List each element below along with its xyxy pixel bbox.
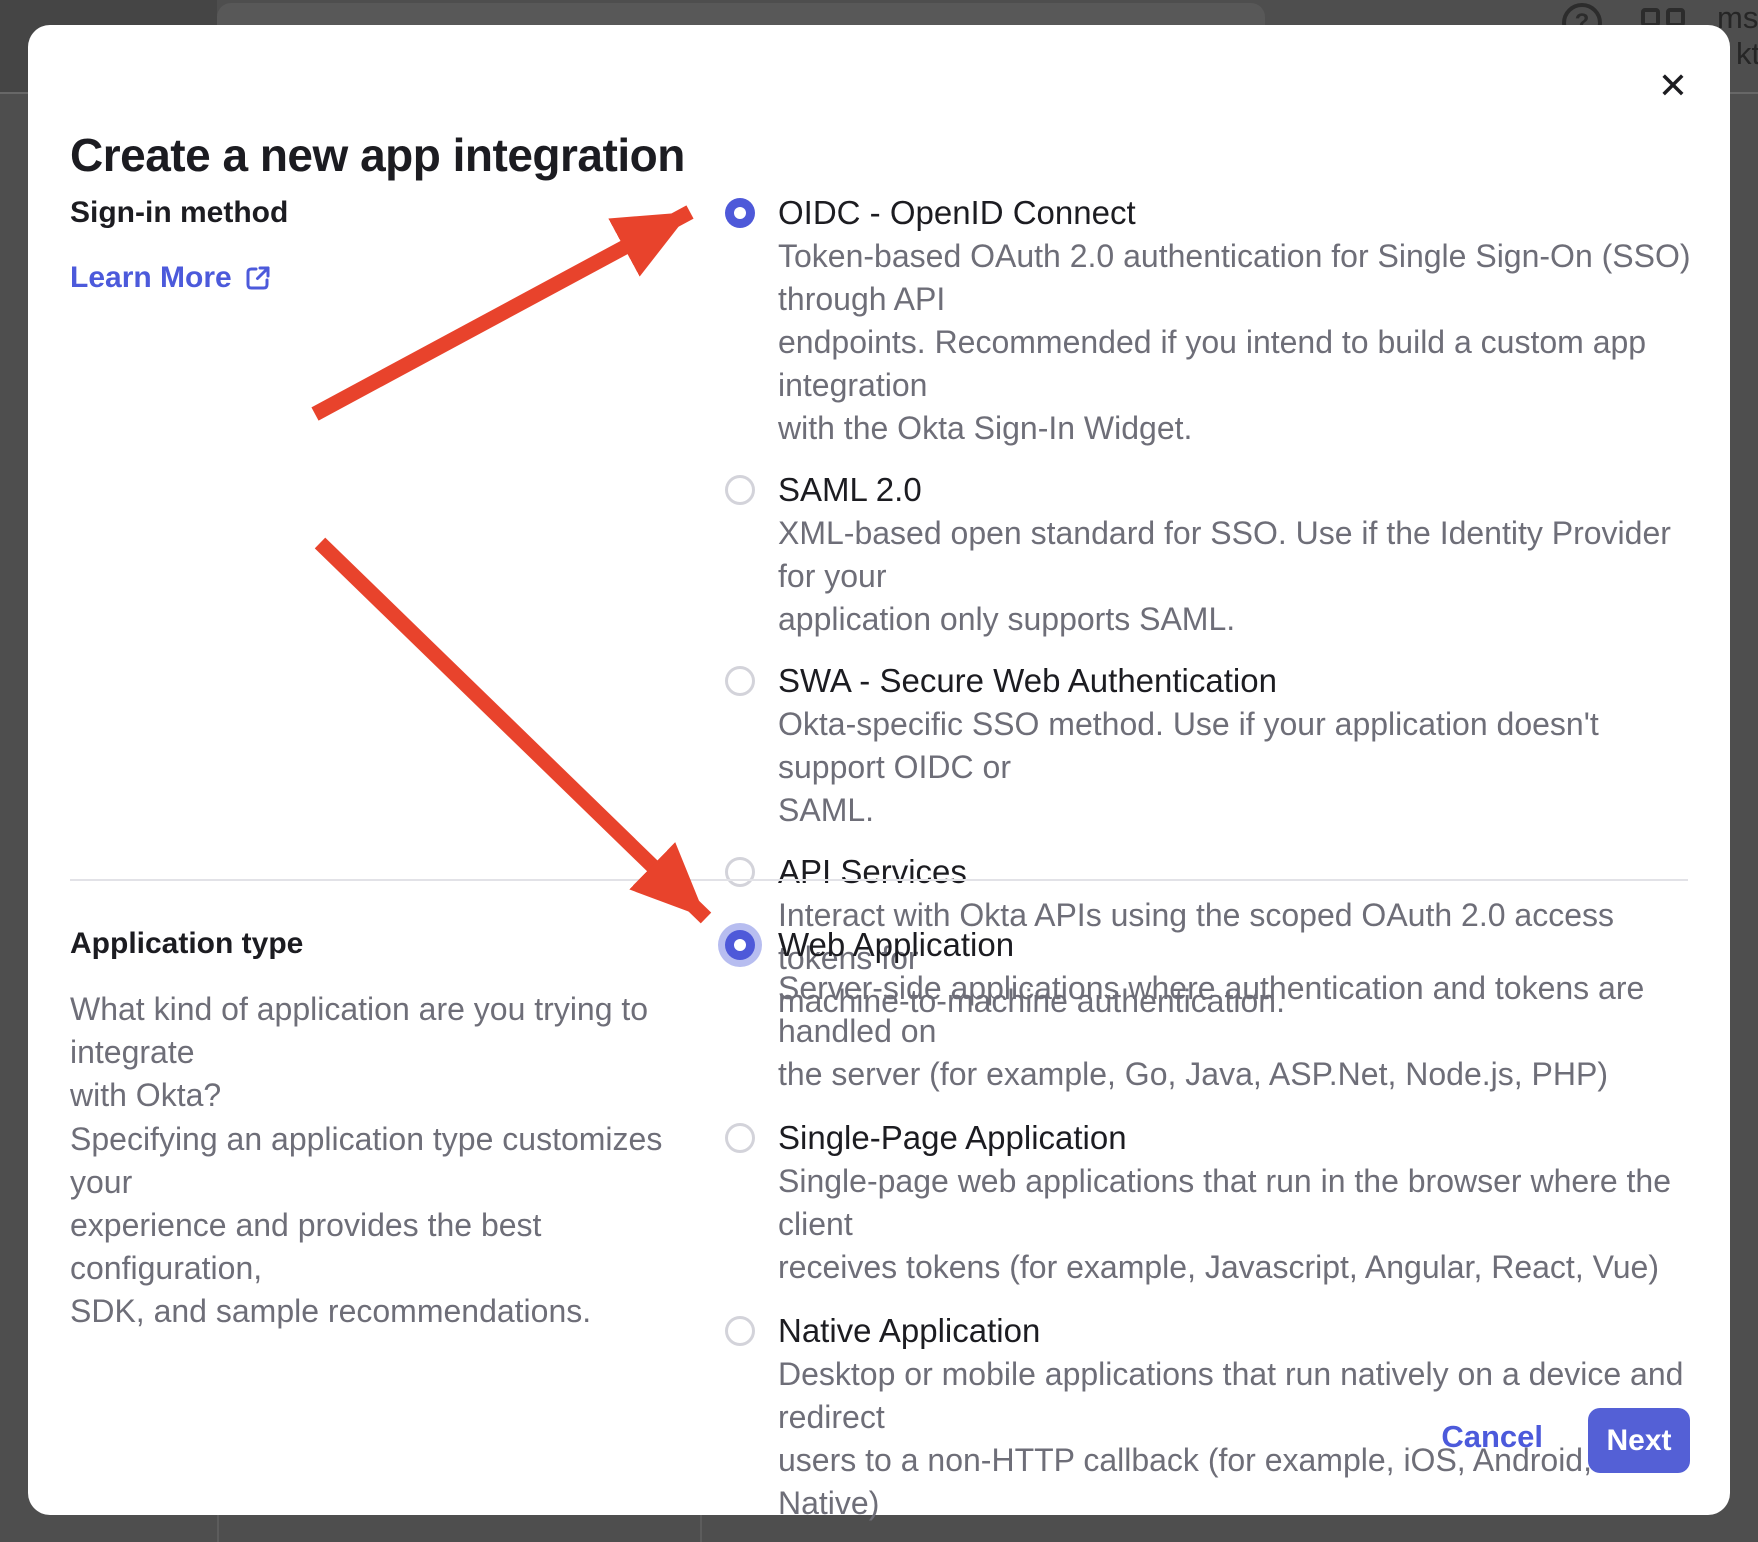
application-type-note: Specifying an application type customize… — [70, 1118, 710, 1333]
radio-description: Single-page web applications that run in… — [778, 1160, 1700, 1289]
radio-description: Server-side applications where authentic… — [778, 967, 1700, 1096]
application-type-heading: Application type — [70, 927, 303, 961]
radio-row-single-page-application: Single-Page Application Single-page web … — [725, 1116, 1700, 1289]
create-app-integration-dialog: ✕ Create a new app integration Sign-in m… — [28, 25, 1730, 1515]
section-divider — [70, 879, 1688, 881]
external-link-icon — [244, 264, 272, 292]
next-button[interactable]: Next — [1588, 1408, 1690, 1473]
radio-description: Okta-specific SSO method. Use if your ap… — [778, 703, 1700, 832]
radio-description: Desktop or mobile applications that run … — [778, 1353, 1700, 1525]
radio-saml[interactable] — [725, 475, 755, 505]
radio-row-saml: SAML 2.0 XML-based open standard for SSO… — [725, 468, 1700, 641]
radio-api-services[interactable] — [725, 857, 755, 887]
radio-native-application[interactable] — [725, 1316, 755, 1346]
radio-oidc[interactable] — [725, 198, 755, 228]
radio-label[interactable]: Native Application — [778, 1309, 1700, 1353]
cancel-button[interactable]: Cancel — [1441, 1419, 1543, 1455]
radio-label[interactable]: SAML 2.0 — [778, 468, 1700, 512]
radio-web-application[interactable] — [725, 930, 755, 960]
learn-more-label: Learn More — [70, 261, 232, 295]
radio-swa[interactable] — [725, 666, 755, 696]
signin-method-options: OIDC - OpenID Connect Token-based OAuth … — [725, 191, 1700, 1023]
background-page-seam — [700, 1515, 702, 1542]
screen: ? msh kta ✕ Create a new app integration… — [0, 0, 1758, 1542]
application-type-options: Web Application Server-side applications… — [725, 923, 1700, 1525]
radio-label[interactable]: API Services — [778, 850, 1700, 894]
radio-label[interactable]: Web Application — [778, 923, 1700, 967]
close-icon[interactable]: ✕ — [1652, 65, 1694, 107]
background-page-seam — [217, 1515, 219, 1542]
radio-row-swa: SWA - Secure Web Authentication Okta-spe… — [725, 659, 1700, 832]
learn-more-link[interactable]: Learn More — [70, 261, 272, 295]
radio-label[interactable]: Single-Page Application — [778, 1116, 1700, 1160]
radio-description: Token-based OAuth 2.0 authentication for… — [778, 235, 1700, 450]
radio-description: XML-based open standard for SSO. Use if … — [778, 512, 1700, 641]
radio-single-page-application[interactable] — [725, 1123, 755, 1153]
application-type-question: What kind of application are you trying … — [70, 988, 710, 1117]
signin-method-heading: Sign-in method — [70, 196, 288, 230]
radio-row-native-application: Native Application Desktop or mobile app… — [725, 1309, 1700, 1525]
dialog-title: Create a new app integration — [70, 128, 685, 182]
radio-row-oidc: OIDC - OpenID Connect Token-based OAuth … — [725, 191, 1700, 450]
radio-row-web-application: Web Application Server-side applications… — [725, 923, 1700, 1096]
radio-label[interactable]: SWA - Secure Web Authentication — [778, 659, 1700, 703]
background-partial-text: kta — [1736, 36, 1758, 72]
radio-label[interactable]: OIDC - OpenID Connect — [778, 191, 1700, 235]
